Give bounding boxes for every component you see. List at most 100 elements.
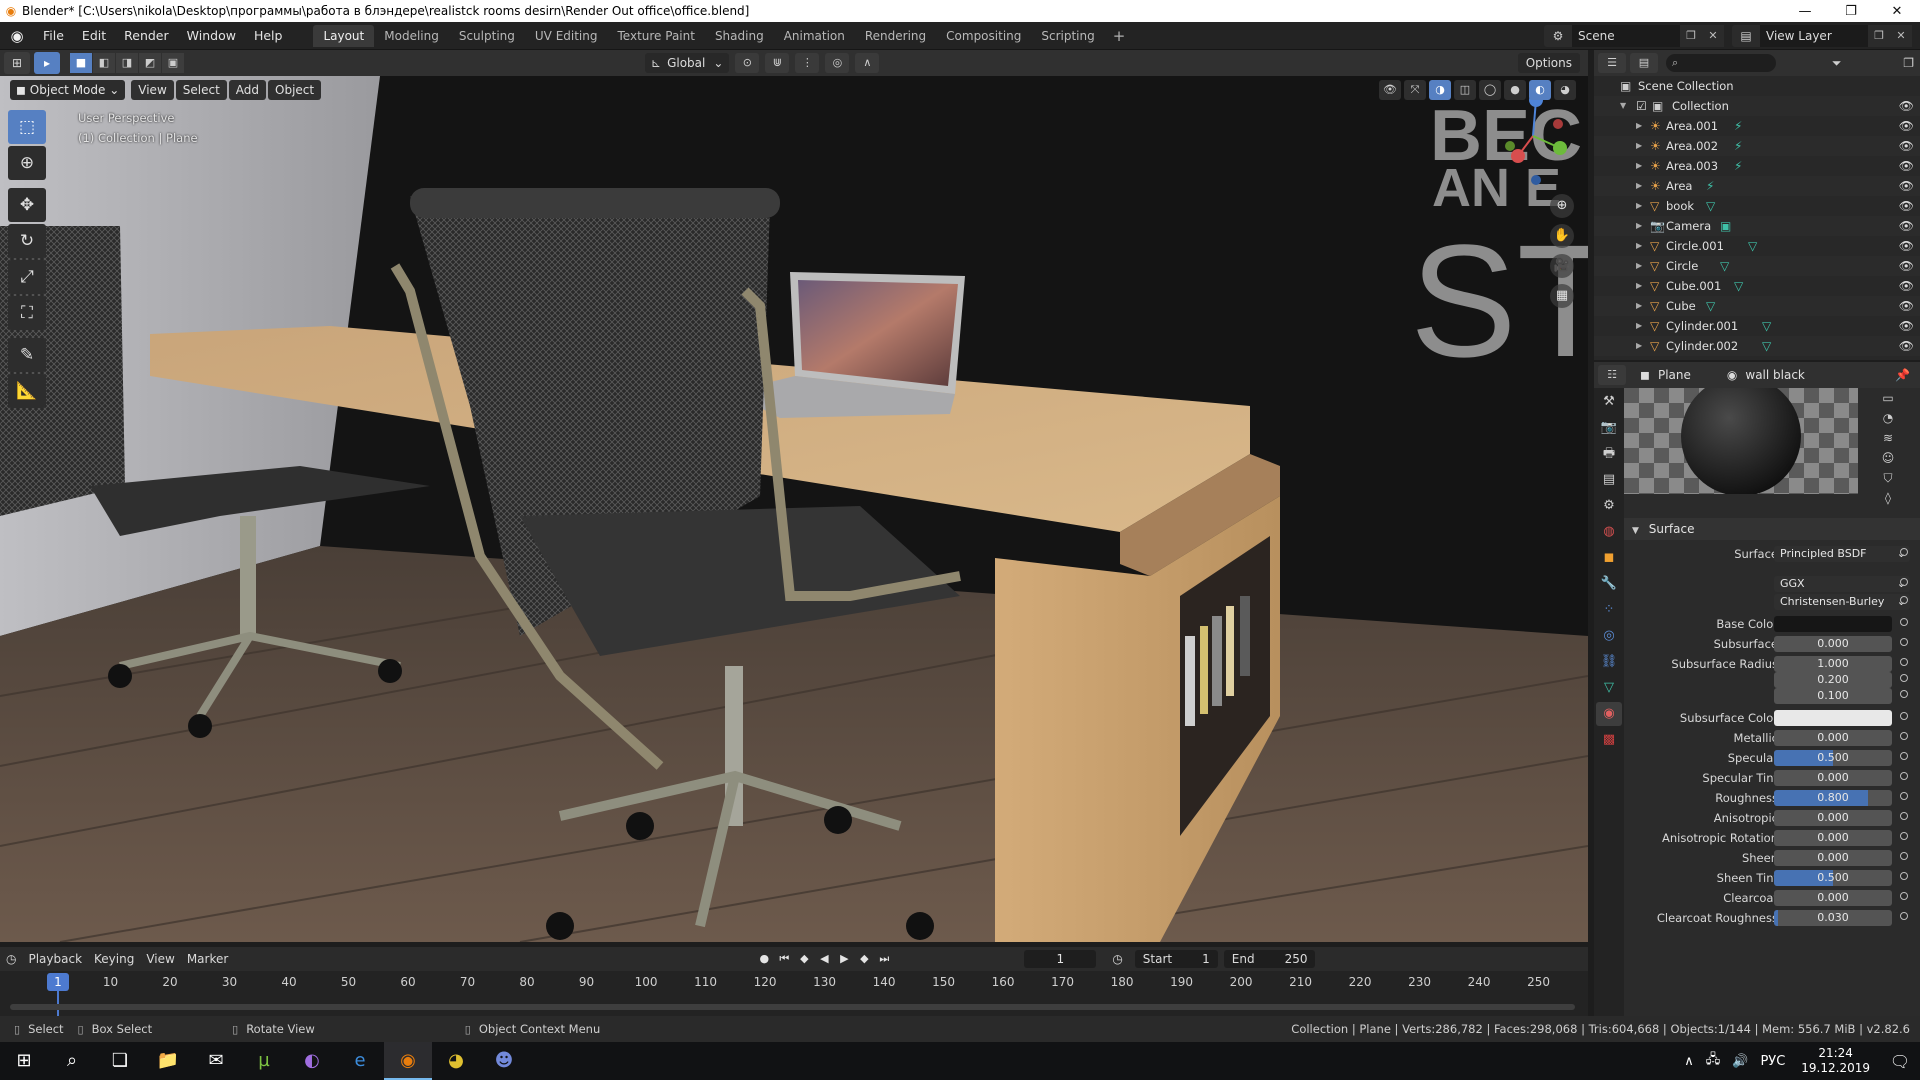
eye-icon[interactable]: 👁: [1899, 196, 1914, 216]
socket-link-icon[interactable]: [1900, 732, 1908, 740]
socket-link-icon[interactable]: [1900, 548, 1908, 556]
select-extend-icon[interactable]: ◧: [93, 53, 115, 73]
mesh-data-icon[interactable]: ▽: [1706, 296, 1715, 316]
preview-flat-icon[interactable]: ▭: [1873, 388, 1903, 408]
mesh-data-icon[interactable]: ▽: [1762, 336, 1771, 356]
eye-icon[interactable]: 👁: [1899, 336, 1914, 356]
eye-icon[interactable]: 👁: [1899, 316, 1914, 336]
object-tab-icon[interactable]: ◼: [1596, 546, 1622, 570]
3d-viewport[interactable]: BEC AN E ST ◼ Object Mode ⌄ View Select …: [0, 76, 1588, 942]
expand-arrow-icon[interactable]: ▶: [1636, 136, 1642, 156]
cursor-tool-icon[interactable]: ⊕: [8, 146, 46, 180]
pivot-point-icon[interactable]: ⊙: [735, 53, 760, 73]
expand-arrow-icon[interactable]: ▶: [1636, 216, 1642, 236]
annotate-tool-icon[interactable]: ✎: [8, 338, 46, 372]
solid-shading-icon[interactable]: ●: [1504, 80, 1526, 100]
viewport-menu-view[interactable]: View: [131, 80, 174, 100]
property-slider[interactable]: 0.000: [1774, 730, 1892, 746]
minimize-button[interactable]: —: [1782, 4, 1828, 19]
discord-icon[interactable]: ☻: [480, 1042, 528, 1080]
mesh-data-icon[interactable]: ▽: [1748, 236, 1757, 256]
scene-tab-icon[interactable]: ⚙: [1596, 494, 1622, 518]
play-icon[interactable]: ▶: [834, 950, 854, 968]
outliner-search-input[interactable]: ⌕: [1666, 54, 1776, 72]
socket-link-icon[interactable]: [1900, 852, 1908, 860]
socket-link-icon[interactable]: [1900, 792, 1908, 800]
record-icon[interactable]: ●: [754, 950, 774, 968]
camera-view-icon[interactable]: 🎥: [1550, 254, 1574, 278]
outliner-item[interactable]: ▶ ▽ Cube.001 ▽ 👁: [1594, 276, 1920, 296]
properties-editor-icon[interactable]: ☷: [1598, 365, 1626, 385]
eye-icon[interactable]: 👁: [1899, 236, 1914, 256]
outliner-item[interactable]: ▶ ▽ Cube ▽ 👁: [1594, 296, 1920, 316]
snap-icon[interactable]: ⋓: [765, 53, 790, 73]
task-view-icon[interactable]: ❏: [96, 1042, 144, 1080]
socket-link-icon[interactable]: [1900, 872, 1908, 880]
xray-toggle-icon[interactable]: ◫: [1454, 80, 1476, 100]
preview-fluid-icon[interactable]: ◊: [1873, 488, 1903, 508]
menu-edit[interactable]: Edit: [73, 22, 115, 50]
timeline-area[interactable]: 1102030405060708090100110120130140150160…: [0, 971, 1588, 1016]
scene-icon[interactable]: ⚙: [1544, 24, 1572, 47]
surface-panel-header[interactable]: ▼ Surface: [1624, 518, 1920, 540]
camera-data-icon[interactable]: ▣: [1720, 216, 1731, 236]
expand-arrow-icon[interactable]: ▶: [1636, 316, 1642, 336]
gizmo-toggle-icon[interactable]: ⤧: [1404, 80, 1426, 100]
outliner-editor-icon[interactable]: ☰: [1598, 53, 1626, 73]
outliner-collection[interactable]: ▼ ☑ ▣ Collection 👁: [1594, 96, 1920, 116]
property-slider[interactable]: 0.000: [1774, 810, 1892, 826]
overlay-toggle-icon[interactable]: ◑: [1429, 80, 1451, 100]
maximize-button[interactable]: ❐: [1828, 4, 1874, 19]
volume-icon[interactable]: 🔊: [1732, 1054, 1748, 1069]
checkbox-icon[interactable]: ☑: [1636, 96, 1647, 116]
eye-icon[interactable]: 👁: [1899, 256, 1914, 276]
tab-modeling[interactable]: Modeling: [374, 25, 449, 47]
jump-start-icon[interactable]: ⏮: [774, 950, 794, 968]
menu-window[interactable]: Window: [178, 22, 245, 50]
keyboard-language[interactable]: РУС: [1760, 1054, 1785, 1069]
tray-chevron-icon[interactable]: ∧: [1684, 1054, 1694, 1069]
socket-link-icon[interactable]: [1900, 596, 1908, 604]
tab-animation[interactable]: Animation: [774, 25, 855, 47]
socket-link-icon[interactable]: [1900, 638, 1908, 646]
options-dropdown[interactable]: Options: [1517, 53, 1580, 73]
timeline-menu-marker[interactable]: Marker: [181, 952, 234, 966]
preview-sphere-icon[interactable]: ◔: [1873, 408, 1903, 428]
blender-menu-icon[interactable]: ◉: [0, 27, 34, 45]
data-tab-icon[interactable]: ▽: [1596, 676, 1622, 700]
tab-uv-editing[interactable]: UV Editing: [525, 25, 608, 47]
eye-icon[interactable]: 👁: [1899, 176, 1914, 196]
notification-icon[interactable]: 🗨: [1880, 1052, 1920, 1071]
socket-link-icon[interactable]: [1900, 618, 1908, 626]
measure-tool-icon[interactable]: 📐: [8, 374, 46, 408]
end-frame-field[interactable]: End 250: [1223, 950, 1316, 968]
move-tool-icon[interactable]: ✥: [8, 188, 46, 222]
color-swatch[interactable]: [1774, 710, 1892, 726]
outliner-item[interactable]: ▶ ▽ Cylinder.001 ▽ 👁: [1594, 316, 1920, 336]
start-frame-field[interactable]: Start 1: [1134, 950, 1218, 968]
visibility-icon[interactable]: 👁: [1379, 80, 1401, 100]
edge-browser-icon[interactable]: e: [336, 1042, 384, 1080]
timeline-menu-view[interactable]: View: [140, 952, 180, 966]
socket-link-icon[interactable]: [1900, 812, 1908, 820]
socket-link-icon[interactable]: [1900, 658, 1908, 666]
select-tool-icon[interactable]: ▸: [34, 52, 60, 74]
light-data-icon[interactable]: ⚡: [1734, 116, 1742, 136]
select-intersect-icon[interactable]: ▣: [162, 53, 184, 73]
scale-tool-icon[interactable]: ⤢: [8, 260, 46, 294]
eye-icon[interactable]: 👁: [1899, 296, 1914, 316]
utorrent-icon[interactable]: µ: [240, 1042, 288, 1080]
viewport-menu-object[interactable]: Object: [268, 80, 322, 100]
falloff-icon[interactable]: ∧: [855, 53, 880, 73]
eye-icon[interactable]: 👁: [1899, 216, 1914, 236]
property-slider[interactable]: 0.500: [1774, 750, 1892, 766]
media-player-icon[interactable]: ◐: [288, 1042, 336, 1080]
property-slider[interactable]: 0.030: [1774, 910, 1892, 926]
timeline-menu-keying[interactable]: Keying: [88, 952, 140, 966]
object-mode-dropdown[interactable]: ◼ Object Mode ⌄: [10, 80, 126, 100]
mesh-data-icon[interactable]: ▽: [1720, 256, 1729, 276]
view-layer-remove-icon[interactable]: ✕: [1890, 24, 1912, 47]
constraints-tab-icon[interactable]: ⛓: [1596, 650, 1622, 674]
mesh-data-icon[interactable]: ▽: [1734, 276, 1743, 296]
outliner-item[interactable]: ▶ ☀ Area.003 ⚡ 👁: [1594, 156, 1920, 176]
